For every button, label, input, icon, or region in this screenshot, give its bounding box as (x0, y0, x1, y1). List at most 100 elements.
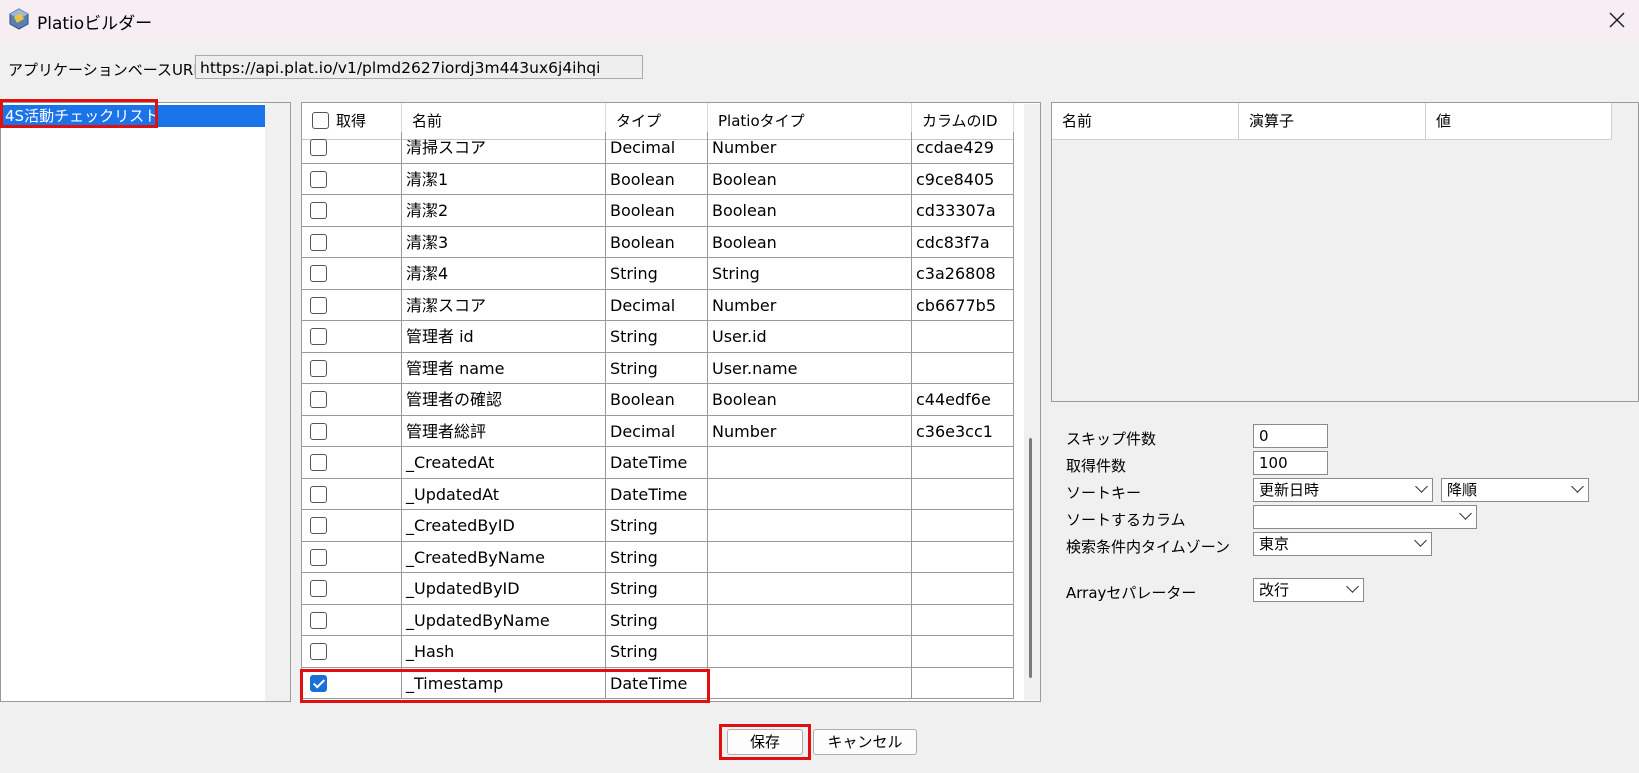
filter-header-operator[interactable]: 演算子 (1239, 103, 1426, 139)
table-row[interactable]: _CreatedByID String (302, 510, 1014, 542)
timezone-select[interactable]: 東京 (1253, 532, 1432, 556)
row-get-cell[interactable] (302, 195, 402, 227)
row-column-id-cell (912, 541, 1014, 573)
table-row[interactable]: 清潔スコア Decimal Number cb6677b5 (302, 289, 1014, 321)
filter-header-name[interactable]: 名前 (1052, 103, 1239, 139)
row-checkbox[interactable] (310, 485, 327, 503)
table-row[interactable]: 清掃スコア Decimal Number ccdae429 (302, 132, 1014, 164)
row-get-cell[interactable] (302, 132, 402, 164)
row-get-cell[interactable] (302, 447, 402, 479)
row-column-id-cell (912, 447, 1014, 479)
table-row[interactable]: _CreatedByName String (302, 541, 1014, 573)
row-checkbox[interactable] (310, 548, 327, 566)
row-checkbox[interactable] (310, 328, 327, 346)
row-get-cell[interactable] (302, 289, 402, 321)
row-get-cell[interactable] (302, 604, 402, 636)
row-checkbox[interactable] (310, 517, 327, 535)
chevron-down-icon (1414, 534, 1427, 547)
row-column-id-cell (912, 352, 1014, 384)
sort-column-select[interactable] (1253, 505, 1477, 529)
row-checkbox[interactable] (310, 359, 327, 377)
row-checkbox[interactable] (310, 391, 327, 409)
table-row[interactable]: 清潔3 Boolean Boolean cdc83f7a (302, 226, 1014, 258)
row-get-cell[interactable] (302, 384, 402, 416)
row-get-cell[interactable] (302, 352, 402, 384)
row-get-cell[interactable] (302, 636, 402, 668)
table-row[interactable]: 管理者 id String User.id (302, 321, 1014, 353)
sort-key-select[interactable]: 更新日時 (1253, 478, 1433, 502)
row-column-id-cell (912, 604, 1014, 636)
app-list[interactable]: 4S活動チェックリスト (0, 102, 291, 702)
row-get-cell[interactable] (302, 573, 402, 605)
app-list-scrollbar[interactable] (265, 103, 290, 701)
row-checkbox[interactable] (310, 454, 327, 472)
row-get-cell[interactable] (302, 478, 402, 510)
row-get-cell[interactable] (302, 415, 402, 447)
fetch-count-input[interactable]: 100 (1253, 451, 1328, 475)
sort-key-value: 更新日時 (1259, 481, 1320, 499)
table-row[interactable]: _UpdatedAt DateTime (302, 478, 1014, 510)
table-row[interactable]: 清潔4 String String c3a26808 (302, 258, 1014, 290)
columns-table[interactable]: 取得 名前 タイプ Platioタイプ カラムのID 清掃スコア Decimal N… (301, 102, 1041, 702)
sort-order-select[interactable]: 降順 (1441, 478, 1589, 502)
row-platio-type-cell: Number (708, 415, 912, 447)
table-row[interactable]: 管理者 name String User.name (302, 352, 1014, 384)
filter-header-value[interactable]: 値 (1426, 103, 1612, 139)
table-row[interactable]: _UpdatedByName String (302, 604, 1014, 636)
row-checkbox[interactable] (310, 265, 327, 283)
sort-key-label: ソートキー (1066, 484, 1142, 502)
skip-count-input[interactable]: 0 (1253, 424, 1328, 448)
row-checkbox[interactable] (310, 580, 327, 598)
row-name-cell: _Hash (402, 636, 606, 668)
array-separator-select[interactable]: 改行 (1253, 578, 1364, 602)
row-name-cell: 管理者 id (402, 321, 606, 353)
table-row[interactable]: 清潔2 Boolean Boolean cd33307a (302, 195, 1014, 227)
row-column-id-cell: cd33307a (912, 195, 1014, 227)
row-type-cell: String (606, 258, 708, 290)
table-row[interactable]: 清潔1 Boolean Boolean c9ce8405 (302, 163, 1014, 195)
table-scrollbar[interactable] (1024, 104, 1040, 700)
table-row[interactable]: 管理者の確認 Boolean Boolean c44edf6e (302, 384, 1014, 416)
table-row[interactable]: _CreatedAt DateTime (302, 447, 1014, 479)
row-column-id-cell: c3a26808 (912, 258, 1014, 290)
row-checkbox[interactable] (310, 643, 327, 661)
table-scrollbar-thumb[interactable] (1029, 438, 1032, 678)
row-name-cell: 清潔2 (402, 195, 606, 227)
row-get-cell[interactable] (302, 510, 402, 542)
row-get-cell[interactable] (302, 163, 402, 195)
select-all-checkbox[interactable] (312, 112, 329, 129)
row-platio-type-cell (708, 541, 912, 573)
row-type-cell: String (606, 604, 708, 636)
row-name-cell: 清潔4 (402, 258, 606, 290)
row-platio-type-cell (708, 510, 912, 542)
row-column-id-cell: c44edf6e (912, 384, 1014, 416)
chevron-down-icon (1571, 480, 1584, 493)
base-url-field[interactable]: https://api.plat.io/v1/plmd2627iordj3m44… (195, 55, 643, 79)
cancel-button[interactable]: キャンセル (813, 729, 917, 755)
row-type-cell: String (606, 352, 708, 384)
row-get-cell[interactable] (302, 541, 402, 573)
row-checkbox[interactable] (310, 170, 327, 188)
row-platio-type-cell: String (708, 258, 912, 290)
row-get-cell[interactable] (302, 226, 402, 258)
row-checkbox[interactable] (310, 202, 327, 220)
table-row[interactable]: 管理者総評 Decimal Number c36e3cc1 (302, 415, 1014, 447)
row-platio-type-cell (708, 636, 912, 668)
table-row[interactable]: _Hash String (302, 636, 1014, 668)
row-get-cell[interactable] (302, 258, 402, 290)
close-icon[interactable] (1600, 4, 1634, 36)
row-platio-type-cell: Boolean (708, 163, 912, 195)
filter-table[interactable]: 名前 演算子 値 (1051, 102, 1639, 402)
row-column-id-cell: cdc83f7a (912, 226, 1014, 258)
row-get-cell[interactable] (302, 321, 402, 353)
row-name-cell: 清潔スコア (402, 289, 606, 321)
row-name-cell: _UpdatedByID (402, 573, 606, 605)
row-column-id-cell: ccdae429 (912, 132, 1014, 164)
row-checkbox[interactable] (310, 611, 327, 629)
table-row[interactable]: _UpdatedByID String (302, 573, 1014, 605)
row-checkbox[interactable] (310, 422, 327, 440)
row-checkbox[interactable] (310, 233, 327, 251)
row-checkbox[interactable] (310, 139, 327, 157)
row-checkbox[interactable] (310, 296, 327, 314)
skip-count-label: スキップ件数 (1066, 430, 1157, 448)
